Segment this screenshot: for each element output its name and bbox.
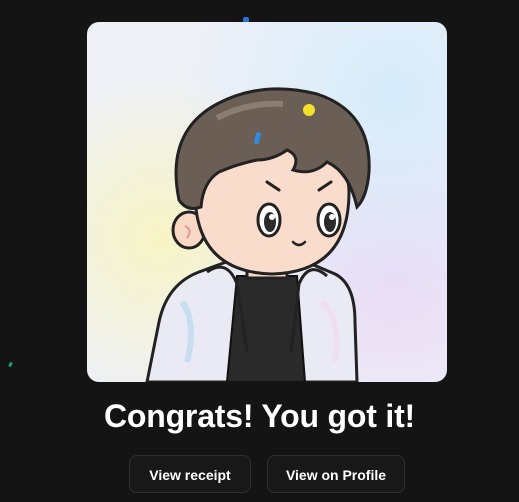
confetti-piece [7,361,14,368]
cartoon-avatar-illustration [145,87,371,382]
view-receipt-button[interactable]: View receipt [129,455,251,493]
nft-image [87,22,447,382]
view-on-profile-button[interactable]: View on Profile [267,455,405,493]
congrats-modal: Congrats! You got it! View receipt View … [0,0,519,502]
congrats-headline: Congrats! You got it! [103,398,416,434]
